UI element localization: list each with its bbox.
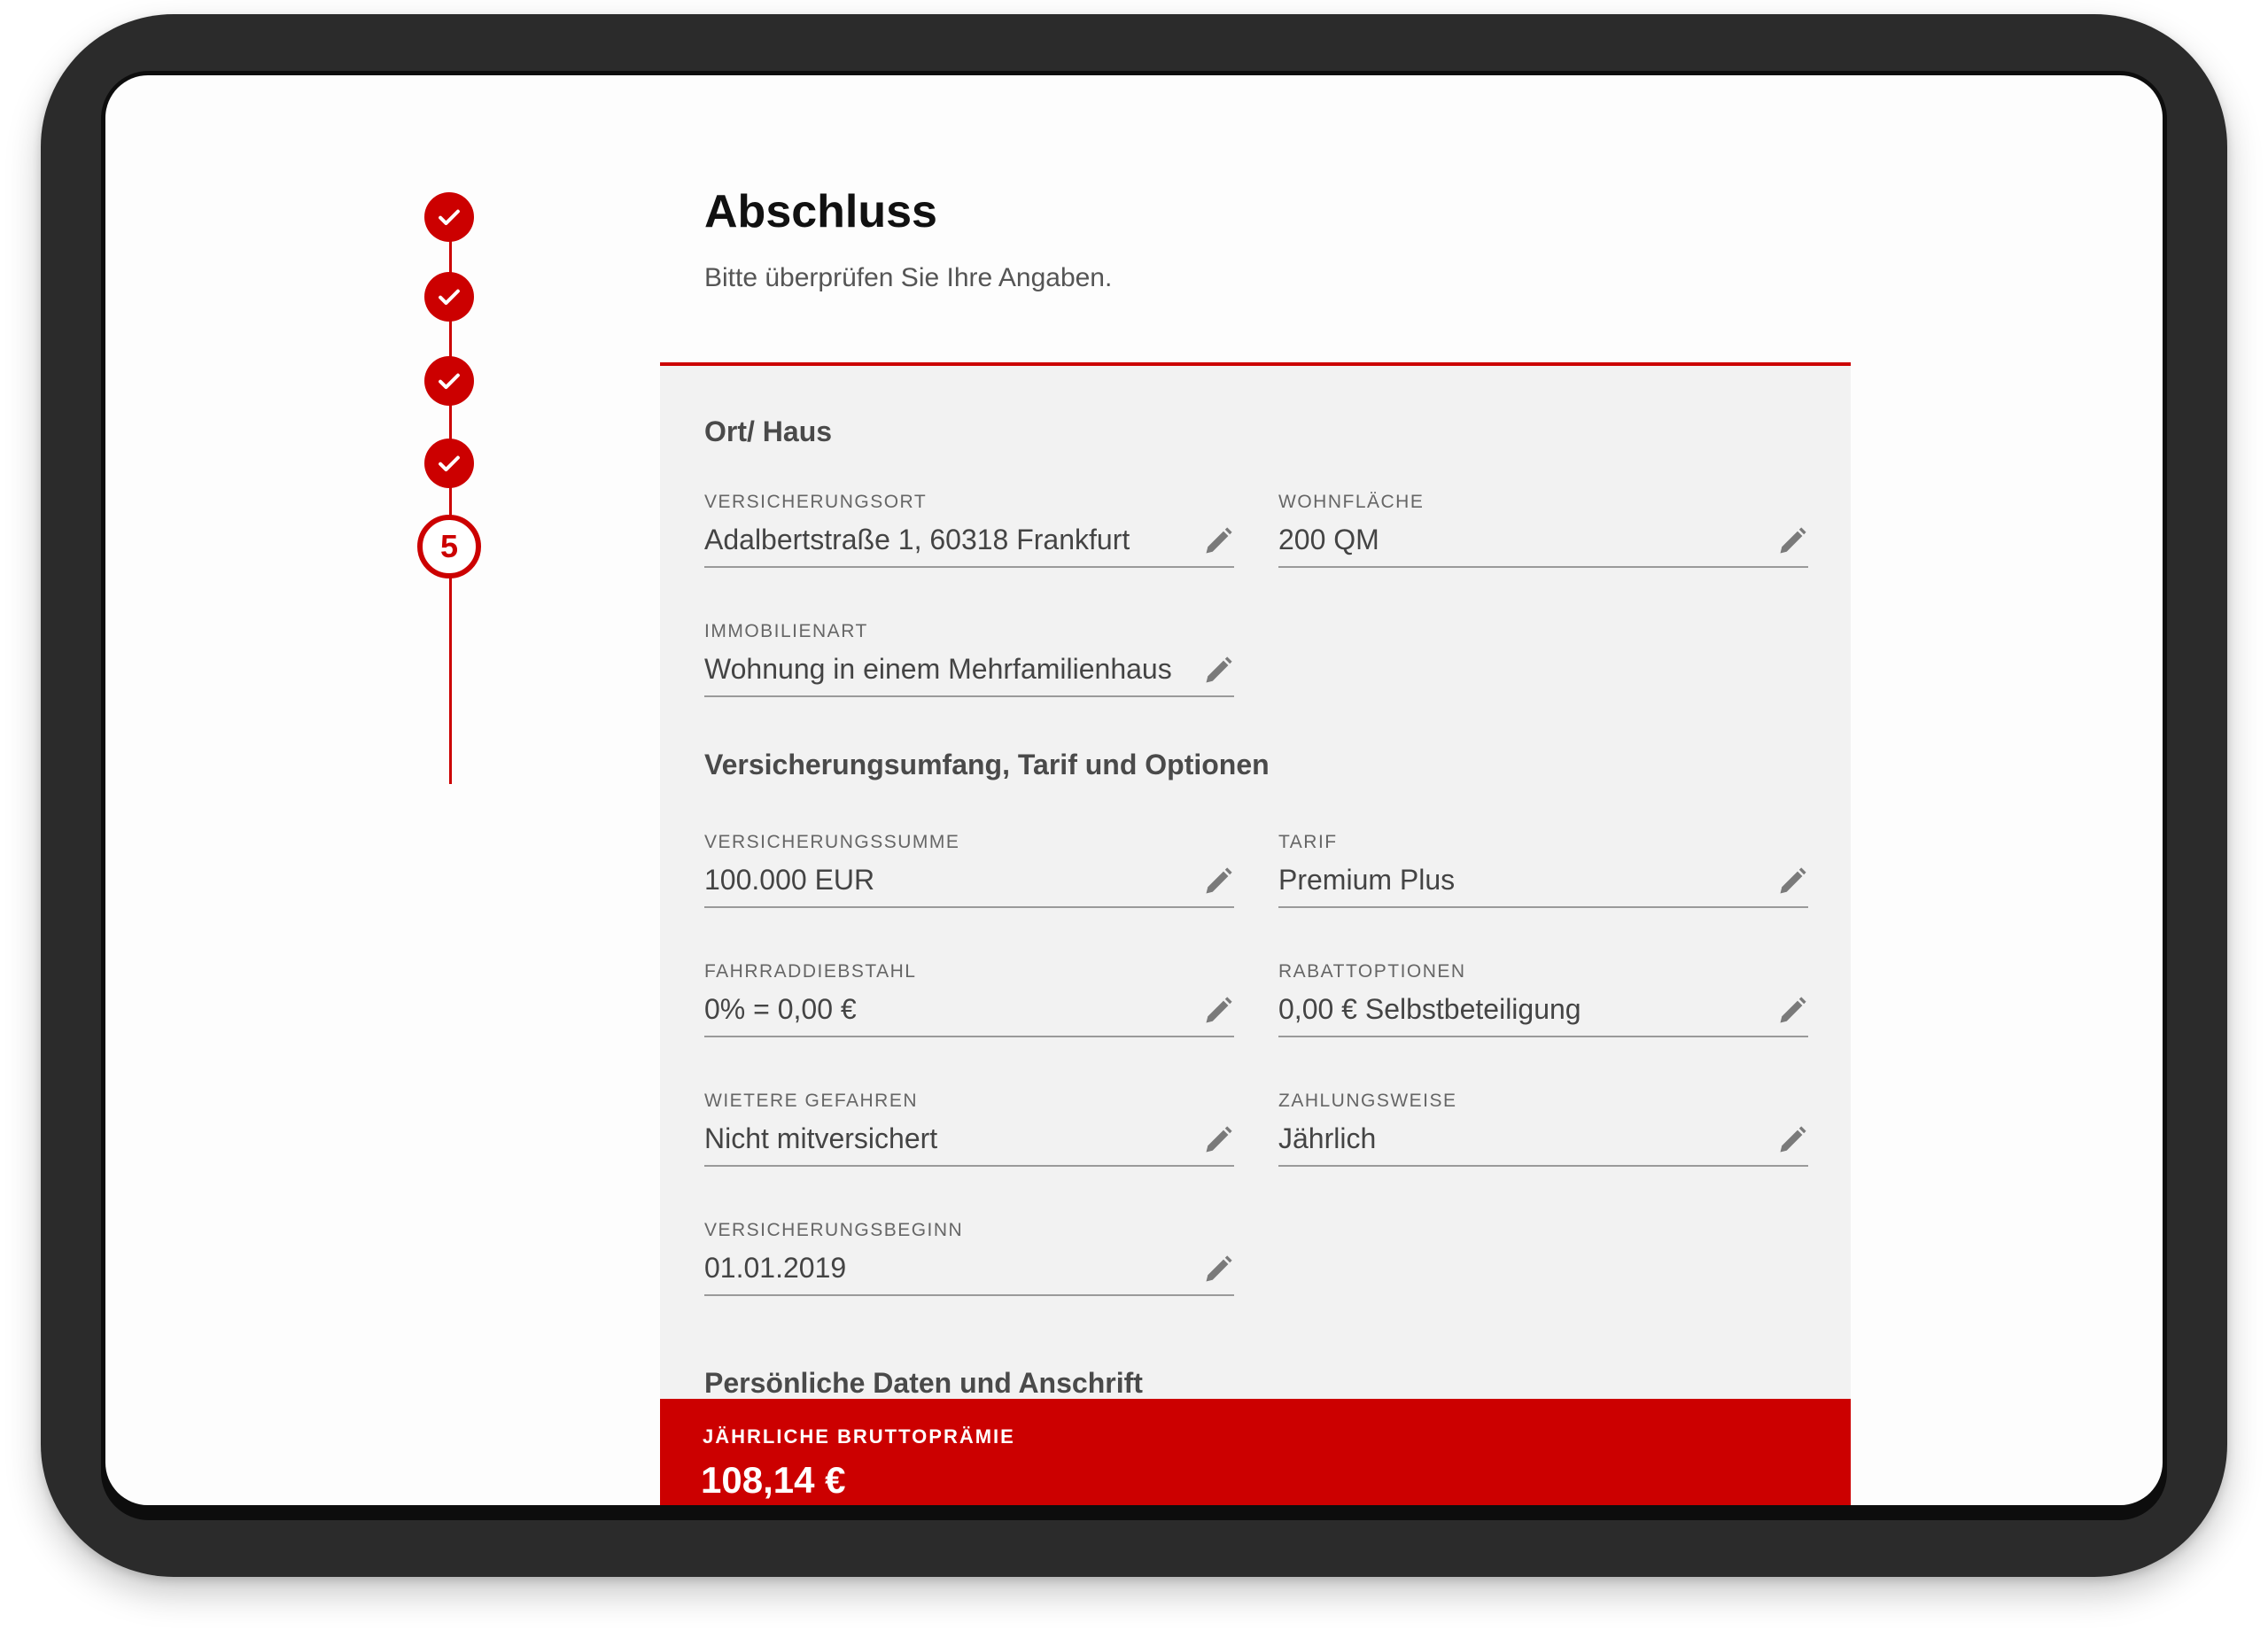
pencil-icon[interactable] — [1202, 995, 1234, 1027]
premium-label: JÄHRLICHE BRUTTOPRÄMIE — [703, 1425, 1015, 1448]
pencil-icon[interactable] — [1776, 525, 1808, 557]
step-2-completed[interactable] — [424, 272, 474, 322]
field-underline — [704, 695, 1234, 697]
page-subtitle: Bitte überprüfen Sie Ihre Angaben. — [704, 263, 1113, 292]
field-rabattoptionen: RABATTOPTIONEN 0,00 € Selbstbeteiligung — [1278, 961, 1808, 1046]
field-label: ZAHLUNGSWEISE — [1278, 1091, 1457, 1111]
field-value: Premium Plus — [1278, 864, 1456, 896]
section-title-persoenliche-daten: Persönliche Daten und Anschrift — [704, 1367, 1143, 1399]
field-weitere-gefahren: WIETERE GEFAHREN Nicht mitversichert — [704, 1091, 1234, 1176]
field-value: 01.01.2019 — [704, 1252, 847, 1284]
field-underline — [1278, 566, 1808, 568]
tablet-frame: 5 Abschluss Bitte überprüfen Sie Ihre An… — [41, 14, 2227, 1577]
premium-bar: JÄHRLICHE BRUTTOPRÄMIE 108,14 € — [660, 1399, 1851, 1505]
field-label: IMMOBILIENART — [704, 621, 868, 641]
field-label: WOHNFLÄCHE — [1278, 492, 1425, 512]
step-number: 5 — [439, 528, 459, 564]
step-3-completed[interactable] — [424, 356, 474, 406]
app-screen: 5 Abschluss Bitte überprüfen Sie Ihre An… — [105, 75, 2163, 1505]
field-immobilienart: IMMOBILIENART Wohnung in einem Mehrfamil… — [704, 621, 1234, 706]
step-4-completed[interactable] — [424, 439, 474, 488]
section-title-ort-haus: Ort/ Haus — [704, 415, 833, 447]
field-zahlungsweise: ZAHLUNGSWEISE Jährlich — [1278, 1091, 1808, 1176]
field-label: VERSICHERUNGSSUMME — [704, 832, 960, 852]
field-value: 0,00 € Selbstbeteiligung — [1278, 993, 1581, 1025]
field-label: VERSICHERUNGSBEGINN — [704, 1220, 964, 1240]
field-label: TARIF — [1278, 832, 1338, 852]
pencil-icon[interactable] — [1202, 655, 1234, 687]
field-value: 100.000 EUR — [704, 864, 875, 896]
field-versicherungsort: VERSICHERUNGSORT Adalbertstraße 1, 60318… — [704, 492, 1234, 577]
field-label: WIETERE GEFAHREN — [704, 1091, 919, 1111]
check-icon — [439, 289, 460, 306]
field-label: RABATTOPTIONEN — [1278, 961, 1466, 982]
field-wohnflaeche: WOHNFLÄCHE 200 QM — [1278, 492, 1808, 577]
pencil-icon[interactable] — [1202, 1124, 1234, 1156]
pencil-icon[interactable] — [1202, 525, 1234, 557]
pencil-icon[interactable] — [1202, 866, 1234, 897]
step-1-completed[interactable] — [424, 192, 474, 242]
premium-value: 108,14 € — [701, 1459, 846, 1501]
check-icon — [439, 373, 460, 390]
progress-stepper: 5 — [105, 75, 726, 1505]
step-5-current: 5 — [417, 515, 481, 578]
field-underline — [1278, 906, 1808, 908]
field-underline — [1278, 1036, 1808, 1037]
check-icon — [439, 455, 460, 472]
tablet-bezel: 5 Abschluss Bitte überprüfen Sie Ihre An… — [101, 71, 2167, 1520]
page-title: Abschluss — [704, 186, 937, 237]
field-value: Nicht mitversichert — [704, 1122, 938, 1154]
field-underline — [704, 1036, 1234, 1037]
field-label: FAHRRADDIEBSTAHL — [704, 961, 917, 982]
pencil-icon[interactable] — [1202, 1254, 1234, 1285]
pencil-icon[interactable] — [1776, 995, 1808, 1027]
field-underline — [704, 906, 1234, 908]
field-value: Jährlich — [1278, 1122, 1377, 1154]
field-tarif: TARIF Premium Plus — [1278, 832, 1808, 917]
field-underline — [704, 1165, 1234, 1167]
section-title-versicherungsumfang: Versicherungsumfang, Tarif und Optionen — [704, 749, 1270, 780]
field-versicherungsbeginn: VERSICHERUNGSBEGINN 01.01.2019 — [704, 1220, 1234, 1305]
field-value: Adalbertstraße 1, 60318 Frankfurt — [704, 524, 1130, 555]
summary-card: Ort/ Haus VERSICHERUNGSORT Adalbertstraß… — [660, 362, 1851, 1505]
field-value: Wohnung in einem Mehrfamilienhaus — [704, 653, 1172, 685]
field-underline — [704, 566, 1234, 568]
field-versicherungssumme: VERSICHERUNGSSUMME 100.000 EUR — [704, 832, 1234, 917]
field-fahrraddiebstahl: FAHRRADDIEBSTAHL 0% = 0,00 € — [704, 961, 1234, 1046]
pencil-icon[interactable] — [1776, 1124, 1808, 1156]
field-underline — [704, 1294, 1234, 1296]
field-value: 0% = 0,00 € — [704, 993, 857, 1025]
pencil-icon[interactable] — [1776, 866, 1808, 897]
field-underline — [1278, 1165, 1808, 1167]
check-icon — [439, 209, 460, 226]
field-value: 200 QM — [1278, 524, 1379, 555]
field-label: VERSICHERUNGSORT — [704, 492, 928, 512]
